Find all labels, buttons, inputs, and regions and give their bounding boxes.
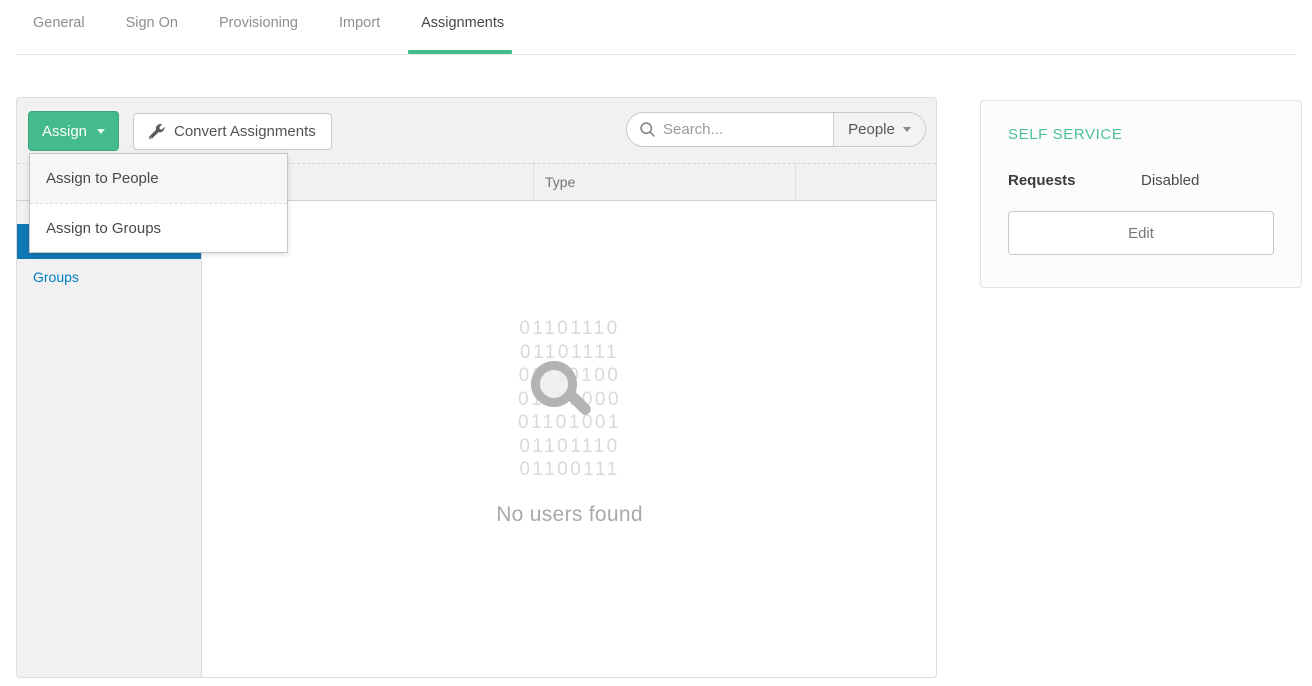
binary-text: 01101001 [203,411,936,435]
menu-item-assign-to-people[interactable]: Assign to People [30,154,287,203]
menu-item-assign-to-groups[interactable]: Assign to Groups [30,203,287,252]
convert-assignments-label: Convert Assignments [174,123,316,140]
assign-dropdown-menu: Assign to People Assign to Groups [29,153,288,253]
self-service-row: Requests Disabled [1008,172,1274,189]
assignment-filter-sidebar: Groups [17,201,202,677]
sidebar-item-groups[interactable]: Groups [17,259,201,294]
requests-label: Requests [1008,172,1141,189]
search-box[interactable] [627,113,833,146]
convert-assignments-button[interactable]: Convert Assignments [133,113,332,150]
search-group: People [626,112,926,147]
binary-text: 01101111 [203,341,936,365]
tab-assignments[interactable]: Assignments [421,15,504,54]
assignments-panel: Assign Convert Assignments [16,97,937,678]
tab-general[interactable]: General [33,15,85,54]
magnifier-icon [531,361,577,407]
search-input[interactable] [663,121,813,138]
binary-text: 01101110 [203,317,936,341]
tab-provisioning[interactable]: Provisioning [219,15,298,54]
app-tabs: General Sign On Provisioning Import Assi… [33,15,504,54]
column-header-actions [795,164,936,200]
edit-button[interactable]: Edit [1008,211,1274,255]
assign-button[interactable]: Assign [28,111,119,151]
search-icon [639,121,656,138]
search-filter-value: People [848,121,895,138]
tab-import[interactable]: Import [339,15,380,54]
caret-down-icon [97,129,105,134]
empty-state-message: No users found [203,503,936,527]
empty-state: 01101110 01101111 01110100 01101000 0110… [203,317,936,527]
search-filter-dropdown[interactable]: People [833,113,925,146]
binary-text: 01101110 [203,435,936,459]
column-header-type: Type [533,164,795,200]
binary-text: 01100111 [203,458,936,482]
self-service-panel: SELF SERVICE Requests Disabled Edit [980,100,1302,288]
requests-value: Disabled [1141,172,1199,189]
assignments-content: 01101110 01101111 01110100 01101000 0110… [203,201,936,677]
tab-sign-on[interactable]: Sign On [126,15,178,54]
assign-button-label: Assign [42,123,87,140]
tabbar-divider [16,54,1296,55]
caret-down-icon [903,127,911,132]
self-service-title: SELF SERVICE [1008,126,1274,143]
wrench-icon [149,124,165,140]
